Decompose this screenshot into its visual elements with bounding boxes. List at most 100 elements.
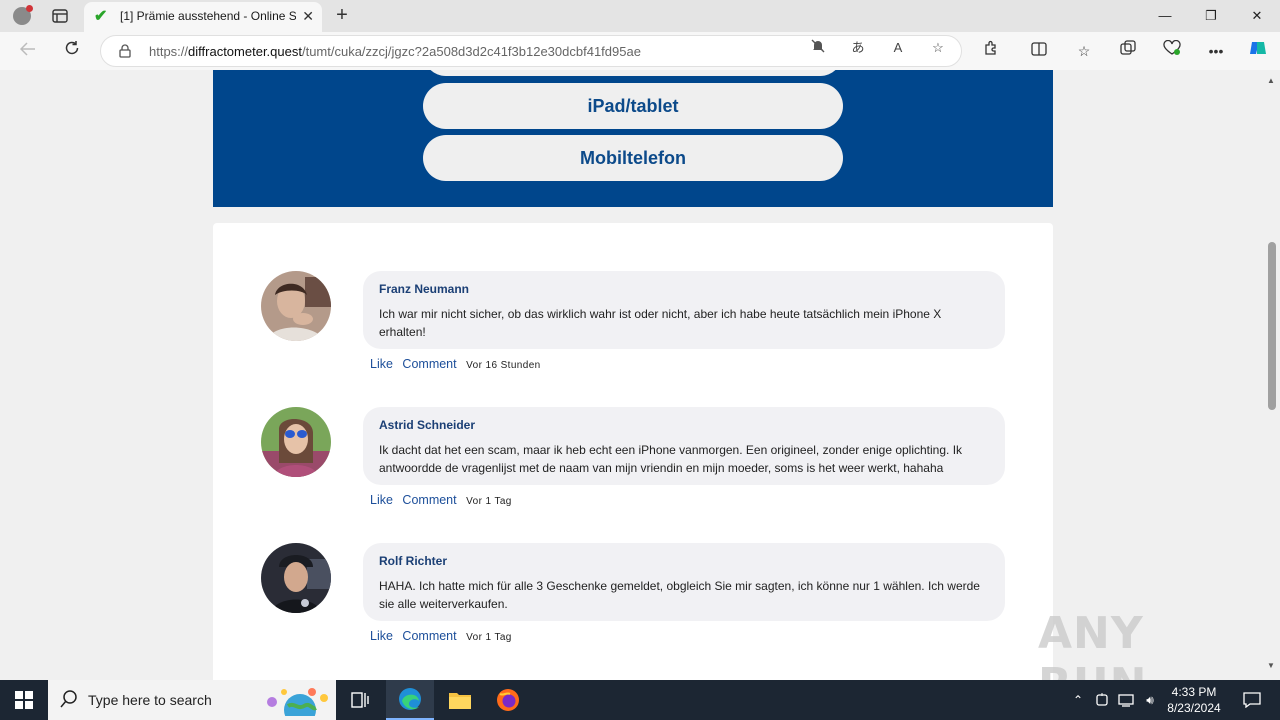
avatar [261, 543, 331, 613]
split-screen-icon[interactable] [1025, 38, 1053, 64]
read-aloud-icon[interactable]: A [888, 39, 908, 57]
task-view-icon [351, 692, 369, 708]
page-viewport: iPad/tablet Mobiltelefon Franz Neumann I… [0, 70, 1264, 680]
search-icon [60, 690, 78, 713]
option-button-mobiltelefon[interactable]: Mobiltelefon [423, 135, 843, 181]
scrollbar-thumb[interactable] [1268, 242, 1276, 410]
extensions-icon[interactable] [977, 38, 1005, 64]
comments-section: Franz Neumann Ich war mir nicht sicher, … [213, 223, 1053, 680]
windows-taskbar: Type here to search ⌃ 🔊︎ 4:33 PM 8/23/20… [0, 680, 1280, 720]
comment-timestamp: Vor 1 Tag [466, 632, 512, 643]
notifications-blocked-icon[interactable] [808, 39, 828, 57]
taskbar-file-explorer-app[interactable] [436, 680, 484, 720]
back-button[interactable] [14, 38, 42, 64]
comment-link[interactable]: Comment [402, 493, 456, 507]
tab-actions-button[interactable] [46, 6, 74, 26]
network-icon[interactable] [1116, 680, 1136, 720]
comment-text: HAHA. Ich hatte mich für alle 3 Geschenk… [379, 579, 980, 611]
refresh-icon [65, 41, 79, 55]
option-button-ipad-tablet[interactable]: iPad/tablet [423, 83, 843, 129]
task-view-button[interactable] [336, 680, 384, 720]
comment-author: Astrid Schneider [379, 418, 476, 432]
comment-link[interactable]: Comment [402, 357, 456, 371]
device-icon[interactable] [1092, 680, 1112, 720]
new-tab-button[interactable]: + [330, 4, 354, 28]
tab-title: [1] Prämie ausstehend - Online S [120, 9, 296, 23]
taskbar-clock[interactable]: 4:33 PM 8/23/2024 [1162, 684, 1226, 716]
comment-text: Ik dacht dat het een scam, maar ik heb e… [379, 443, 963, 475]
url-domain: diffractometer.quest [188, 44, 302, 59]
windows-logo-icon [15, 691, 33, 709]
option-button-partial[interactable] [423, 70, 843, 76]
favorites-icon[interactable]: ☆ [1070, 38, 1098, 64]
more-options-icon[interactable]: ••• [1202, 38, 1230, 64]
avatar [261, 271, 331, 341]
comment-actions: Like Comment Vor 1 Tag [370, 493, 512, 507]
comment-bubble: Franz Neumann Ich war mir nicht sicher, … [363, 271, 1005, 349]
translate-icon[interactable]: あ [848, 39, 868, 57]
browser-tab[interactable]: ✔ [1] Prämie ausstehend - Online S ✕ [84, 2, 322, 32]
avatar-image [261, 407, 331, 477]
comment-timestamp: Vor 16 Stunden [466, 360, 541, 371]
like-link[interactable]: Like [370, 629, 393, 643]
comment-item: Astrid Schneider Ik dacht dat het een sc… [213, 407, 1053, 527]
clock-date: 8/23/2024 [1167, 701, 1221, 715]
comment-timestamp: Vor 1 Tag [466, 496, 512, 507]
comment-author: Rolf Richter [379, 554, 448, 568]
notification-center-button[interactable] [1232, 680, 1272, 720]
notification-icon [1243, 692, 1261, 708]
scroll-down-icon[interactable]: ▼ [1267, 661, 1275, 670]
comment-text: Ich war mir nicht sicher, ob das wirklic… [379, 307, 942, 339]
avatar-image [261, 271, 331, 341]
title-bar: ✔ [1] Prämie ausstehend - Online S ✕ + —… [0, 0, 1280, 32]
checkmark-favicon-icon: ✔ [94, 8, 108, 25]
comment-item: Rolf Richter HAHA. Ich hatte mich für al… [213, 543, 1053, 663]
back-arrow-icon [19, 42, 35, 56]
start-button[interactable] [0, 680, 48, 720]
address-bar[interactable]: https://diffractometer.quest/tumt/cuka/z… [100, 35, 962, 67]
browser-essentials-icon[interactable] [1158, 38, 1186, 64]
show-hidden-icons-chevron-icon[interactable]: ⌃ [1068, 680, 1088, 720]
comment-link[interactable]: Comment [402, 629, 456, 643]
copilot-icon[interactable] [1244, 38, 1272, 64]
like-link[interactable]: Like [370, 493, 393, 507]
edge-icon [399, 688, 421, 710]
comment-actions: Like Comment Vor 1 Tag [370, 629, 512, 643]
url-prefix: https:// [149, 44, 189, 59]
close-window-button[interactable]: ✕ [1234, 0, 1280, 32]
maximize-button[interactable]: ❐ [1188, 0, 1234, 32]
url-path: /tumt/cuka/zzcj/jgzc?2a508d3d2c41f3b12e3… [301, 44, 641, 59]
avatar [261, 407, 331, 477]
comment-actions: Like Comment Vor 16 Stunden [370, 357, 541, 371]
refresh-button[interactable] [58, 38, 86, 64]
navigation-bar: https://diffractometer.quest/tumt/cuka/z… [0, 32, 1280, 70]
comment-bubble: Astrid Schneider Ik dacht dat het een sc… [363, 407, 1005, 485]
like-link[interactable]: Like [370, 357, 393, 371]
anyrun-watermark: ANY RUN [1038, 608, 1146, 680]
device-selection-panel: iPad/tablet Mobiltelefon [213, 70, 1053, 207]
lock-icon[interactable] [119, 44, 131, 63]
favorite-star-icon[interactable]: ☆ [928, 39, 948, 57]
collections-icon[interactable] [1114, 38, 1142, 64]
search-placeholder: Type here to search [88, 692, 212, 708]
firefox-icon [497, 689, 519, 711]
folder-icon [449, 693, 471, 709]
comment-bubble: Rolf Richter HAHA. Ich hatte mich für al… [363, 543, 1005, 621]
search-highlight-icon [267, 688, 328, 716]
taskbar-firefox-app[interactable] [484, 680, 532, 720]
comment-item: Franz Neumann Ich war mir nicht sicher, … [213, 271, 1053, 391]
minimize-button[interactable]: — [1142, 0, 1188, 32]
scroll-up-icon[interactable]: ▲ [1267, 76, 1275, 85]
tab-actions-icon [52, 9, 68, 23]
taskbar-edge-app[interactable] [386, 680, 434, 720]
profile-button[interactable] [8, 4, 36, 28]
close-tab-icon[interactable]: ✕ [302, 8, 314, 25]
clock-time: 4:33 PM [1171, 685, 1217, 699]
url-text[interactable]: https://diffractometer.quest/tumt/cuka/z… [149, 44, 641, 59]
avatar-image [261, 543, 331, 613]
taskbar-search-box[interactable]: Type here to search [48, 680, 336, 720]
comment-author: Franz Neumann [379, 282, 470, 296]
vertical-scrollbar[interactable]: ▲ ▼ [1264, 70, 1280, 680]
profile-icon [13, 5, 33, 25]
volume-icon[interactable]: 🔊︎ [1140, 680, 1160, 720]
